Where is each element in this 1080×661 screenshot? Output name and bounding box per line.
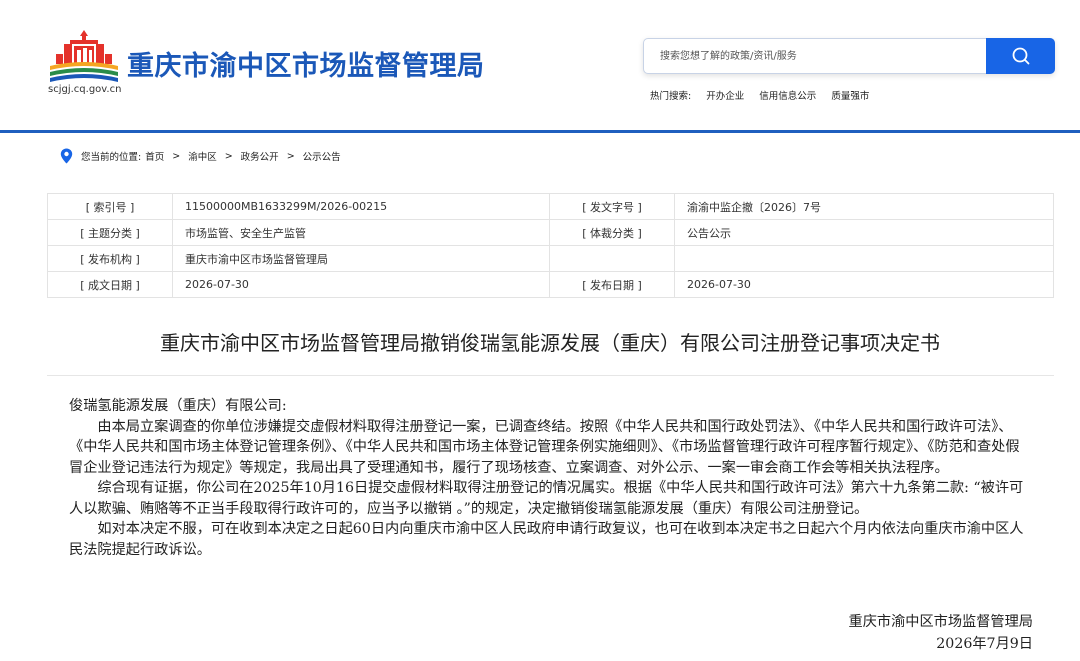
table-row: [ 发布机构 ] 重庆市渝中区市场监督管理局 — [47, 245, 1054, 272]
site-url: scjgj.cq.gov.cn — [48, 84, 122, 95]
hot-search-link[interactable]: 质量强市 — [831, 91, 869, 102]
meta-value: 11500000MB1633299M/2026-00215 — [172, 193, 550, 220]
hot-search-link[interactable]: 开办企业 — [706, 91, 744, 102]
meta-value: 重庆市渝中区市场监督管理局 — [172, 245, 550, 272]
search-button[interactable] — [986, 38, 1055, 74]
table-row: [ 主题分类 ] 市场监管、安全生产监管 [ 体裁分类 ] 公告公示 — [47, 219, 1054, 246]
document-paragraph: 由本局立案调查的你单位涉嫌提交虚假材料取得注册登记一案，已调查终结。按照《中华人… — [69, 418, 1020, 476]
meta-label: [ 成文日期 ] — [47, 271, 173, 298]
site-header: 重庆市渝中区市场监督管理局 scjgj.cq.gov.cn 热门搜索: 开办企业… — [0, 0, 1080, 130]
breadcrumb-separator: > — [224, 150, 233, 162]
meta-label: [ 主题分类 ] — [47, 219, 173, 246]
breadcrumb-separator: > — [172, 150, 181, 162]
meta-label — [549, 245, 675, 272]
breadcrumb-district[interactable]: 渝中区 — [188, 149, 217, 163]
meta-label: [ 发布机构 ] — [47, 245, 173, 272]
breadcrumb: 您当前的位置: 首页 > 渝中区 > 政务公开 > 公示公告 — [60, 148, 341, 164]
hot-search: 热门搜索: 开办企业 信用信息公示 质量强市 — [650, 88, 881, 102]
meta-label: [ 发布日期 ] — [549, 271, 675, 298]
signature-date: 2026年7月9日 — [936, 636, 1033, 652]
site-logo-icon[interactable] — [46, 28, 122, 86]
signature-organization: 重庆市渝中区市场监督管理局 — [848, 614, 1033, 630]
search-bar — [643, 38, 1055, 74]
meta-value: 渝渝中监企撤〔2026〕7号 — [674, 193, 1054, 220]
breadcrumb-gov-affairs[interactable]: 政务公开 — [241, 149, 279, 163]
meta-value — [674, 245, 1054, 272]
document-body: 俊瑞氢能源发展（重庆）有限公司: 由本局立案调查的你单位涉嫌提交虚假材料取得注册… — [69, 396, 1029, 560]
meta-value: 2026-07-30 — [172, 271, 550, 298]
meta-value: 公告公示 — [674, 219, 1054, 246]
breadcrumb-separator: > — [286, 150, 295, 162]
search-icon — [1012, 47, 1029, 65]
site-title[interactable]: 重庆市渝中区市场监督管理局 — [127, 44, 485, 83]
breadcrumb-home[interactable]: 首页 — [145, 149, 164, 163]
location-pin-icon — [60, 148, 73, 164]
document-paragraph: 如对本决定不服，可在收到本决定之日起60日内向重庆市渝中区人民政府申请行政复议，… — [69, 521, 1024, 558]
document-meta-table: [ 索引号 ] 11500000MB1633299M/2026-00215 [ … — [47, 193, 1054, 298]
meta-label: [ 索引号 ] — [47, 193, 173, 220]
document-paragraph: 综合现有证据，你公司在2025年10月16日提交虚假材料取得注册登记的情况属实。… — [69, 480, 1024, 517]
search-input[interactable] — [644, 39, 974, 73]
document-title: 重庆市渝中区市场监督管理局撤销俊瑞氢能源发展（重庆）有限公司注册登记事项决定书 — [160, 331, 940, 355]
breadcrumb-notice[interactable]: 公示公告 — [303, 149, 341, 163]
table-row: [ 成文日期 ] 2026-07-30 [ 发布日期 ] 2026-07-30 — [47, 271, 1054, 298]
hot-search-link[interactable]: 信用信息公示 — [759, 91, 816, 102]
title-divider — [47, 375, 1054, 376]
header-divider — [0, 130, 1080, 133]
meta-label: [ 发文字号 ] — [549, 193, 675, 220]
table-row: [ 索引号 ] 11500000MB1633299M/2026-00215 [ … — [47, 193, 1054, 220]
hot-search-label: 热门搜索: — [650, 91, 692, 102]
breadcrumb-label: 您当前的位置: — [81, 152, 142, 163]
document-salutation: 俊瑞氢能源发展（重庆）有限公司: — [69, 398, 287, 414]
meta-label: [ 体裁分类 ] — [549, 219, 675, 246]
meta-value: 2026-07-30 — [674, 271, 1054, 298]
meta-value: 市场监管、安全生产监管 — [172, 219, 550, 246]
